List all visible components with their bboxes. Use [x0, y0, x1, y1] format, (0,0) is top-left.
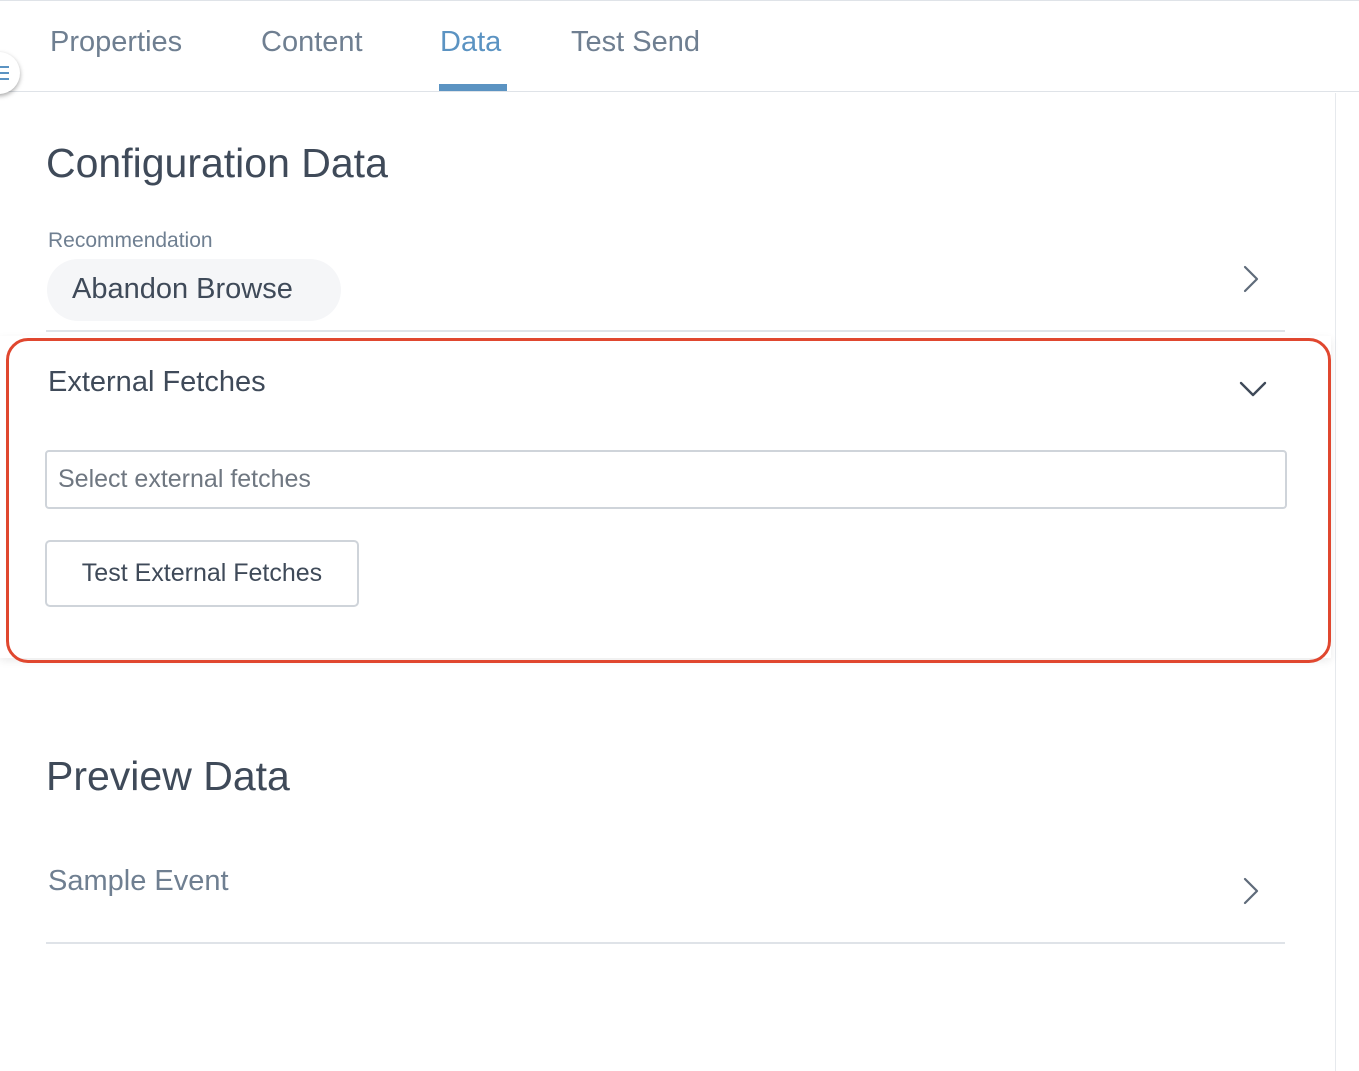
- sample-event-divider: [46, 942, 1285, 944]
- sample-event-link[interactable]: Sample Event: [48, 865, 229, 898]
- recommendation-divider: [46, 330, 1285, 332]
- chevron-right-icon[interactable]: [1241, 264, 1261, 294]
- external-fetches-title: External Fetches: [48, 366, 266, 398]
- recommendation-value-chip[interactable]: Abandon Browse: [47, 259, 341, 321]
- chevron-down-icon[interactable]: [1238, 378, 1268, 400]
- tab-content[interactable]: Content: [261, 26, 363, 59]
- test-external-fetches-button[interactable]: Test External Fetches: [45, 540, 359, 607]
- menu-icon: [0, 66, 9, 80]
- tab-data[interactable]: Data: [440, 26, 501, 59]
- active-tab-indicator: [439, 84, 507, 91]
- recommendation-label: Recommendation: [48, 229, 213, 252]
- external-fetches-select[interactable]: [45, 450, 1287, 509]
- scrollbar-track[interactable]: [1335, 93, 1359, 1071]
- chevron-right-icon[interactable]: [1241, 876, 1261, 906]
- configuration-data-title: Configuration Data: [46, 140, 388, 186]
- preview-data-title: Preview Data: [46, 753, 290, 799]
- tab-test-send[interactable]: Test Send: [571, 26, 700, 59]
- tab-properties[interactable]: Properties: [50, 26, 182, 59]
- tab-bar: Properties Content Data Test Send: [0, 0, 1359, 92]
